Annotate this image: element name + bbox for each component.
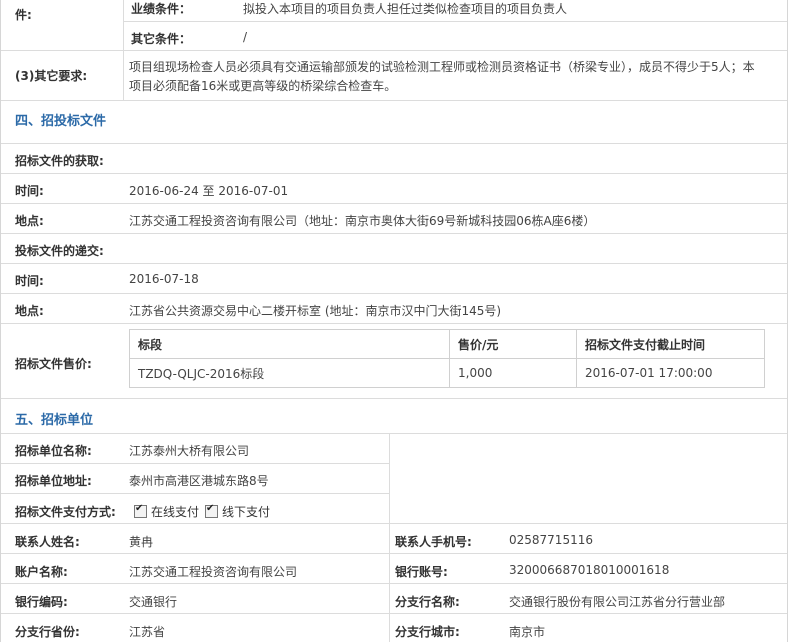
row-divider [1, 323, 787, 324]
branch-city-label: 分支行城市: [395, 625, 460, 639]
section-title-bidding-docs: 四、招投标文件 [15, 114, 107, 129]
pay-offline-checkbox[interactable] [205, 503, 218, 518]
doc-price-table: 标段 售价/元 招标文件支付截止时间 TZDQ-QLJC-2016标段 1,00… [129, 329, 765, 388]
account-name-value: 江苏交通工程投资咨询有限公司 [129, 565, 298, 579]
row-divider [1, 433, 787, 434]
doc-price-label: 招标文件售价: [15, 357, 92, 371]
cell-price: 1,000 [449, 358, 577, 388]
performance-value: 拟投入本项目的项目负责人担任过类似检查项目的项目负责人 [243, 2, 568, 16]
other-conditions-value: / [243, 30, 248, 44]
row-divider [1, 553, 787, 554]
submit-time-label: 时间: [15, 274, 44, 288]
row-divider [1, 398, 787, 399]
tender-detail-panel: 件: 业绩条件： 拟投入本项目的项目负责人担任过类似检查项目的项目负责人 其它条… [0, 0, 788, 642]
account-number-value: 32000668701801000161​8 [509, 563, 670, 577]
submit-place-label: 地点: [15, 304, 44, 318]
performance-section-label: 件: [15, 8, 32, 22]
account-name-label: 账户名称: [15, 565, 68, 579]
column-divider [389, 523, 390, 642]
contact-name-value: 黄冉 [129, 535, 154, 549]
row-divider [1, 583, 787, 584]
branch-name-value: 交通银行股份有限公司江苏省分行营业部 [509, 595, 726, 609]
acquire-place-value: 江苏交通工程投资咨询有限公司（地址：南京市奥体大街69号新城科技园06栋A座6楼… [129, 214, 596, 228]
bank-code-value: 交通银行 [129, 595, 178, 609]
doc-acquire-label: 招标文件的获取: [15, 154, 104, 168]
acquire-place-label: 地点: [15, 214, 44, 228]
cell-section: TZDQ-QLJC-2016标段 [129, 358, 450, 388]
cell-deadline: 2016-07-01 17:00:00 [576, 358, 765, 388]
unit-address-value: 泰州市高港区港城东路8号 [129, 474, 269, 488]
branch-city-value: 南京市 [509, 625, 546, 639]
pay-offline-label: 线下支付 [222, 505, 271, 519]
row-divider [1, 293, 787, 294]
submit-place-value: 江苏省公共资源交易中心二楼开标室 (地址：南京市汉中门大街145号) [129, 304, 502, 318]
other-requirements-label: (3)其它要求: [15, 69, 88, 83]
other-requirements-line2: 项目必须配备16米或更高等级的桥梁综合检查车。 [129, 79, 397, 93]
contact-phone-label: 联系人手机号: [395, 535, 472, 549]
unit-address-label: 招标单位地址: [15, 474, 92, 488]
pay-offline-option[interactable]: 线下支付 [205, 503, 270, 520]
account-number-label: 银行账号: [395, 565, 448, 579]
branch-province-label: 分支行省份: [15, 625, 80, 639]
contact-name-label: 联系人姓名: [15, 535, 80, 549]
row-divider [1, 50, 787, 51]
section-title-tender-unit: 五、招标单位 [15, 413, 94, 428]
other-conditions-label: 其它条件： [131, 32, 192, 46]
acquire-time-label: 时间: [15, 184, 44, 198]
payment-method-label: 招标文件支付方式: [15, 505, 116, 519]
column-divider [389, 433, 390, 523]
bank-code-label: 银行编码: [15, 595, 68, 609]
column-divider [123, 0, 124, 50]
col-header-section: 标段 [129, 329, 450, 359]
row-divider [1, 463, 389, 464]
col-header-deadline: 招标文件支付截止时间 [576, 329, 765, 359]
unit-name-label: 招标单位名称: [15, 444, 92, 458]
acquire-time-value: 2016-06-24 至 2016-07-01 [129, 184, 289, 198]
row-divider [1, 523, 787, 524]
doc-submit-label: 投标文件的递交: [15, 244, 104, 258]
row-divider [123, 21, 787, 22]
column-divider [123, 50, 124, 100]
table-row: TZDQ-QLJC-2016标段 1,000 2016-07-01 17:00:… [129, 358, 765, 388]
pay-online-checkbox[interactable] [134, 503, 147, 518]
submit-time-value: 2016-07-18 [129, 272, 199, 286]
branch-province-value: 江苏省 [129, 625, 166, 639]
row-divider [1, 143, 787, 144]
col-header-price: 售价/元 [449, 329, 577, 359]
pay-online-option[interactable]: 在线支付 [134, 503, 199, 520]
row-divider [1, 613, 787, 614]
other-requirements-line1: 项目组现场检查人员必须具有交通运输部颁发的试验检测工程师或检测员资格证书（桥梁专… [129, 60, 755, 74]
branch-name-label: 分支行名称: [395, 595, 460, 609]
row-divider [1, 173, 787, 174]
pay-online-label: 在线支付 [151, 505, 200, 519]
table-header-row: 标段 售价/元 招标文件支付截止时间 [129, 329, 765, 359]
row-divider [1, 100, 787, 101]
performance-label: 业绩条件： [131, 2, 192, 16]
row-divider [1, 203, 787, 204]
row-divider [1, 233, 787, 234]
unit-name-value: 江苏泰州大桥有限公司 [129, 444, 250, 458]
contact-phone-value: 02587715116 [509, 533, 593, 547]
row-divider [1, 263, 787, 264]
row-divider [1, 493, 389, 494]
